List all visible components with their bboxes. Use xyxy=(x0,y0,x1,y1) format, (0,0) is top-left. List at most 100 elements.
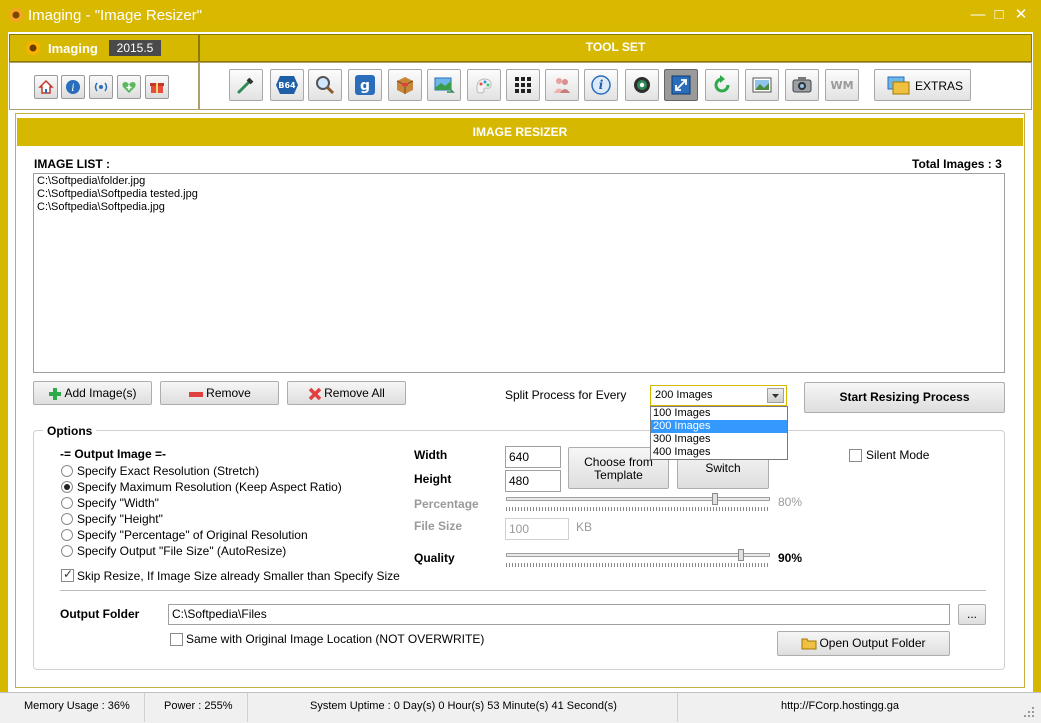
heart-plus-icon xyxy=(122,82,136,93)
image-list-label: IMAGE LIST : xyxy=(34,157,110,171)
memory-usage: Memory Usage : 36% xyxy=(0,693,145,722)
toolset-title: TOOL SET xyxy=(585,40,646,54)
extras-button[interactable]: EXTRAS xyxy=(874,69,971,101)
svg-text:i: i xyxy=(599,78,604,92)
height-label: Height xyxy=(414,472,452,486)
open-output-folder-label: Open Output Folder xyxy=(819,636,926,650)
percentage-slider-thumb[interactable] xyxy=(712,493,719,505)
people-tool[interactable] xyxy=(545,69,579,101)
output-mode-label: Specify Exact Resolution (Stretch) xyxy=(77,464,260,478)
remove-button[interactable]: Remove xyxy=(160,381,279,405)
percentage-value: 80% xyxy=(778,495,803,509)
plus-icon xyxy=(49,387,62,400)
watermark-label: WM xyxy=(830,79,853,92)
svg-text:B64: B64 xyxy=(278,81,296,90)
same-location-checkbox[interactable] xyxy=(170,633,183,646)
info-button[interactable]: i xyxy=(61,75,85,99)
output-mode-radio[interactable] xyxy=(61,481,73,493)
about-tool[interactable]: i xyxy=(584,69,618,101)
width-label: Width xyxy=(414,448,448,462)
base64-tool[interactable]: B64 xyxy=(270,69,304,101)
watermark-tool[interactable]: WM xyxy=(825,69,859,101)
broadcast-button[interactable] xyxy=(89,75,113,99)
list-item[interactable]: C:\Softpedia\folder.jpg xyxy=(37,175,1001,188)
dropdown-option-selected[interactable]: 200 Images xyxy=(651,420,787,433)
percentage-slider[interactable] xyxy=(506,497,770,501)
split-process-dropdown[interactable]: 100 Images 200 Images 300 Images 400 Ima… xyxy=(650,406,788,460)
browse-button[interactable]: ... xyxy=(958,604,986,625)
remove-all-label: Remove All xyxy=(324,386,385,400)
skip-resize-checkbox[interactable] xyxy=(61,567,74,582)
chevron-down-icon[interactable] xyxy=(767,388,784,403)
package-tool[interactable] xyxy=(388,69,422,101)
start-resizing-button[interactable]: Start Resizing Process xyxy=(804,382,1005,413)
gift-button[interactable] xyxy=(145,75,169,99)
silent-mode-label: Silent Mode xyxy=(866,448,930,462)
version-badge: 2015.5 xyxy=(109,40,161,56)
donate-button[interactable] xyxy=(117,75,141,99)
gear-icon xyxy=(634,77,650,93)
list-item[interactable]: C:\Softpedia\Softpedia.jpg xyxy=(37,201,1001,214)
refresh-tool[interactable] xyxy=(705,69,739,101)
split-process-value: 200 Images xyxy=(655,389,713,401)
quality-label: Quality xyxy=(414,551,455,565)
quality-value: 90% xyxy=(778,551,803,565)
output-mode-radio[interactable] xyxy=(61,529,73,541)
dropdown-option[interactable]: 400 Images xyxy=(651,446,787,459)
dropdown-option[interactable]: 300 Images xyxy=(651,433,787,446)
output-folder-field[interactable]: C:\Softpedia\Files xyxy=(168,604,950,625)
add-images-button[interactable]: Add Image(s) xyxy=(33,381,152,405)
paint-tool[interactable] xyxy=(467,69,501,101)
status-bar: Memory Usage : 36% Power : 255% System U… xyxy=(0,692,1041,723)
silent-mode-checkbox[interactable] xyxy=(849,449,862,462)
close-button[interactable]: ✕ xyxy=(1010,5,1032,25)
settings-tool[interactable] xyxy=(625,69,659,101)
output-mode-radio[interactable] xyxy=(61,465,73,477)
website-url[interactable]: http://FCorp.hostingg.ga xyxy=(678,693,1018,722)
grid-tool[interactable] xyxy=(506,69,540,101)
picture-tool[interactable] xyxy=(745,69,779,101)
power-status: Power : 255% xyxy=(145,693,248,722)
info-icon: i xyxy=(66,80,80,94)
output-mode-label: Specify "Percentage" of Original Resolut… xyxy=(77,528,308,542)
dropdown-option[interactable]: 100 Images xyxy=(651,407,787,420)
remove-all-button[interactable]: Remove All xyxy=(287,381,406,405)
sunflower-icon xyxy=(26,41,40,55)
convert-tool[interactable] xyxy=(427,69,461,101)
home-button[interactable] xyxy=(34,75,58,99)
resize-grip-icon[interactable] xyxy=(1022,705,1036,719)
camera-tool[interactable] xyxy=(785,69,819,101)
open-output-folder-button[interactable]: Open Output Folder xyxy=(777,631,950,656)
extras-label: EXTRAS xyxy=(915,79,964,93)
output-mode-radio[interactable] xyxy=(61,513,73,525)
width-field[interactable]: 640 xyxy=(505,446,561,468)
resize-tool[interactable] xyxy=(664,69,698,101)
extras-icon xyxy=(887,76,910,95)
output-mode-radio[interactable] xyxy=(61,497,73,509)
quality-slider[interactable] xyxy=(506,553,770,557)
svg-text:i: i xyxy=(71,83,74,94)
search-tool[interactable] xyxy=(308,69,342,101)
info-circle-icon: i xyxy=(591,75,611,95)
image-list[interactable]: C:\Softpedia\folder.jpg C:\Softpedia\Sof… xyxy=(33,173,1005,373)
file-size-label: File Size xyxy=(414,519,463,533)
minimize-button[interactable]: — xyxy=(967,5,989,25)
camera-icon xyxy=(792,77,812,93)
split-process-select[interactable]: 200 Images xyxy=(650,385,787,406)
google-tool[interactable]: g xyxy=(348,69,382,101)
total-images-label: Total Images : 3 xyxy=(912,157,1002,171)
color-picker-tool[interactable] xyxy=(229,69,263,101)
same-location-label: Same with Original Image Location (NOT O… xyxy=(186,632,485,646)
window-title: Imaging - "Image Resizer" xyxy=(28,7,203,24)
picture-icon xyxy=(752,77,772,93)
output-mode-radio[interactable] xyxy=(61,545,73,557)
output-mode-label: Specify "Width" xyxy=(77,496,159,510)
options-title: Options xyxy=(43,424,97,438)
maximize-button[interactable]: □ xyxy=(988,5,1010,25)
sunflower-icon xyxy=(9,8,23,22)
quality-slider-thumb[interactable] xyxy=(738,549,745,561)
file-size-field[interactable]: 100 xyxy=(505,518,569,540)
people-icon xyxy=(554,78,570,93)
height-field[interactable]: 480 xyxy=(505,470,561,492)
list-item[interactable]: C:\Softpedia\Softpedia tested.jpg xyxy=(37,188,1001,201)
